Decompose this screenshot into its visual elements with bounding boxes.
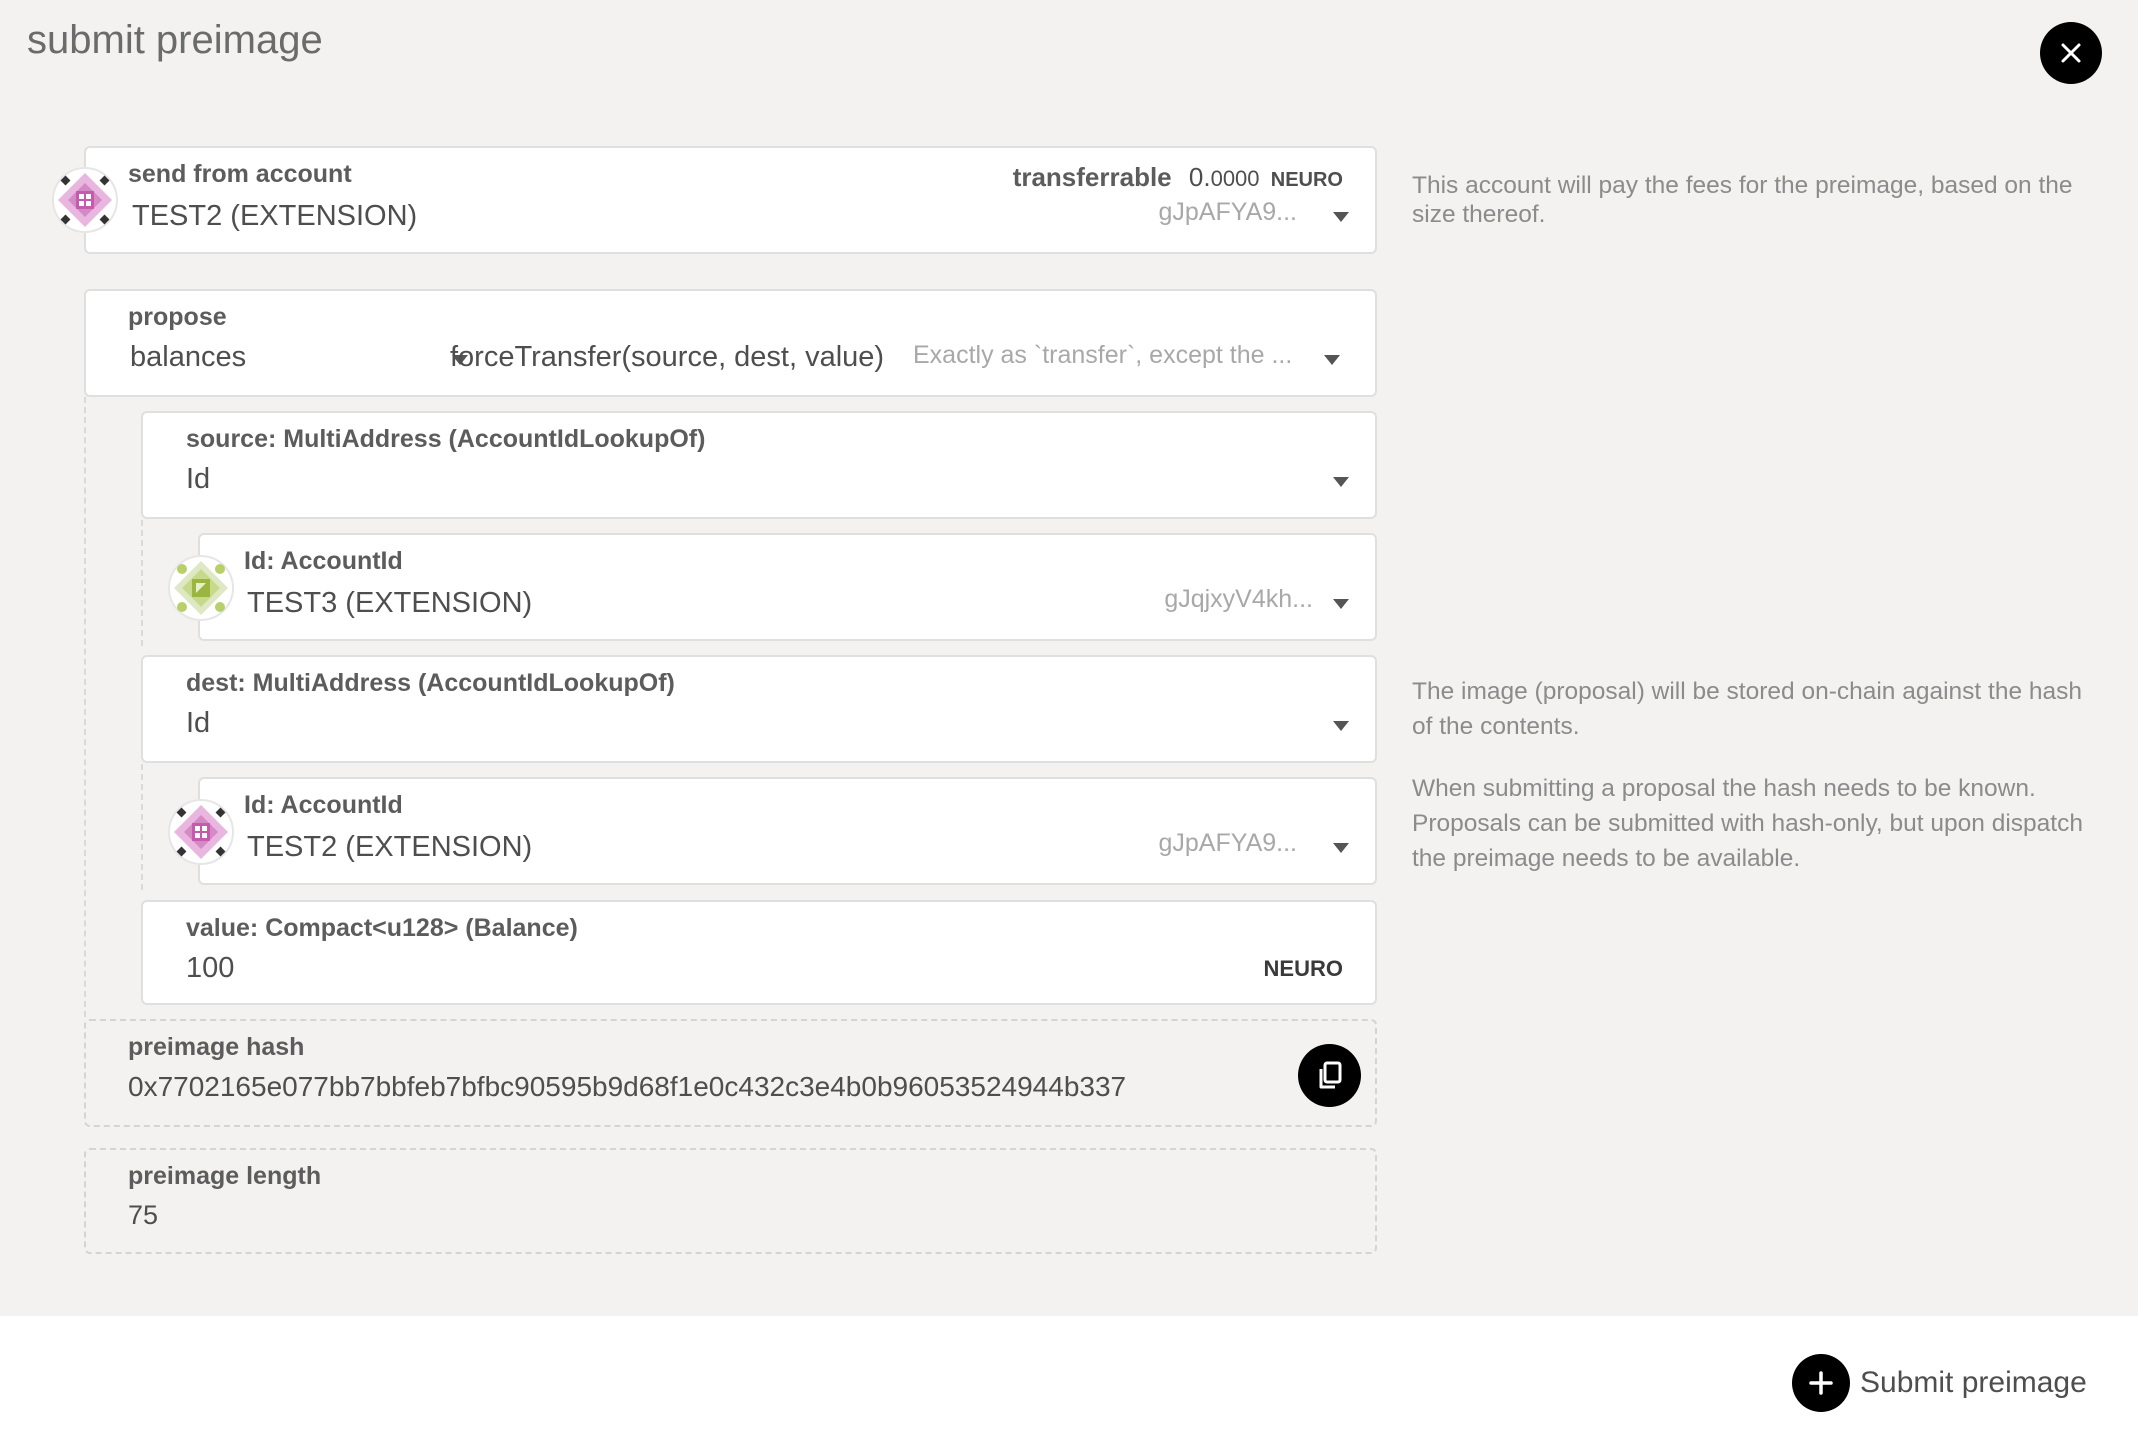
value-amount: 100 [186, 952, 235, 984]
params-guide [84, 397, 86, 1017]
close-button[interactable] [2040, 22, 2102, 84]
section-select[interactable]: balances [130, 337, 470, 387]
dest-variant: Id [186, 707, 211, 739]
dest-account-select[interactable]: Id: AccountId TEST2 (EXTENSION) gJpAFYA9… [198, 777, 1377, 885]
submit-preimage-label: Submit preimage [1860, 1366, 2087, 1399]
close-icon [2061, 43, 2081, 63]
preimage-hash-label: preimage hash [128, 1033, 305, 1061]
chevron-down-icon [1333, 721, 1349, 731]
value-input[interactable]: value: Compact<u128> (Balance) 100 NEURO [141, 900, 1377, 1005]
send-from-account-select[interactable]: send from account TEST2 (EXTENSION) tran… [84, 146, 1377, 254]
chevron-down-icon [1333, 843, 1349, 853]
plus-icon [1809, 1371, 1833, 1395]
transferable-dec: 0000 [1210, 166, 1260, 191]
chevron-down-icon [1333, 599, 1349, 609]
source-guide [141, 520, 143, 646]
preimage-length-box: preimage length 75 [84, 1148, 1377, 1254]
method-value: forceTransfer(source, dest, value) [450, 341, 885, 373]
dest-account-label: Id: AccountId [244, 791, 403, 819]
dest-label: dest: MultiAddress (AccountIdLookupOf) [186, 669, 675, 697]
preimage-hash-box: preimage hash 0x7702165e077bb7bbfeb7bfbc… [84, 1019, 1377, 1127]
copy-button[interactable] [1298, 1044, 1361, 1107]
method-description: Exactly as `transfer`, except the ... [913, 341, 1293, 369]
dest-account-name: TEST2 (EXTENSION) [247, 831, 533, 863]
transferable-label: transferrable [1012, 162, 1172, 192]
preimage-hash-value: 0x7702165e077bb7bbfeb7bfbc90595b9d68f1e0… [128, 1071, 1127, 1102]
send-from-label: send from account [128, 160, 352, 188]
modal-title: submit preimage [27, 18, 323, 62]
transferable-int: 0. [1188, 162, 1211, 192]
proposal-help-text: The image (proposal) will be stored on-c… [1412, 678, 2083, 740]
propose-label: propose [128, 303, 227, 331]
dest-variant-select[interactable]: dest: MultiAddress (AccountIdLookupOf) I… [141, 655, 1377, 763]
preimage-length-label: preimage length [128, 1162, 322, 1190]
copy-icon [1319, 1061, 1341, 1088]
plus-icon-circle [1792, 1354, 1850, 1412]
chevron-down-icon [1333, 477, 1349, 487]
source-variant: Id [186, 463, 211, 495]
account-help-text: This account will pay the fees for the p… [1412, 172, 2073, 228]
method-select[interactable]: forceTransfer(source, dest, value) Exact… [450, 337, 1360, 387]
chevron-down-icon [1333, 212, 1349, 222]
preimage-length-value: 75 [128, 1200, 159, 1230]
chevron-down-icon [1324, 355, 1340, 365]
identicon-avatar [52, 167, 118, 233]
value-label: value: Compact<u128> (Balance) [186, 914, 578, 942]
send-from-account-name: TEST2 (EXTENSION) [132, 200, 418, 232]
transferable-unit: NEURO [1270, 169, 1343, 191]
propose-box: propose balances forceTransfer(source, d… [84, 289, 1377, 397]
transferable-balance: transferrable 0.0000 NEURO [1013, 162, 1343, 193]
source-address: gJqjxyV4kh... [1164, 585, 1313, 613]
identicon-avatar [168, 799, 234, 865]
source-variant-select[interactable]: source: MultiAddress (AccountIdLookupOf)… [141, 411, 1377, 519]
dest-guide [141, 764, 143, 890]
submit-preimage-button[interactable]: Submit preimage [1792, 1353, 2087, 1413]
section-value: balances [130, 341, 247, 373]
proposal-hash-help-text: When submitting a proposal the hash need… [1412, 775, 2083, 872]
source-account-label: Id: AccountId [244, 547, 403, 575]
source-account-name: TEST3 (EXTENSION) [247, 587, 533, 619]
send-from-address: gJpAFYA9... [1158, 198, 1298, 226]
dest-address: gJpAFYA9... [1158, 829, 1298, 857]
source-label: source: MultiAddress (AccountIdLookupOf) [186, 425, 706, 453]
identicon-avatar [168, 555, 234, 621]
source-account-select[interactable]: Id: AccountId TEST3 (EXTENSION) gJqjxyV4… [198, 533, 1377, 641]
value-unit: NEURO [1263, 956, 1343, 981]
